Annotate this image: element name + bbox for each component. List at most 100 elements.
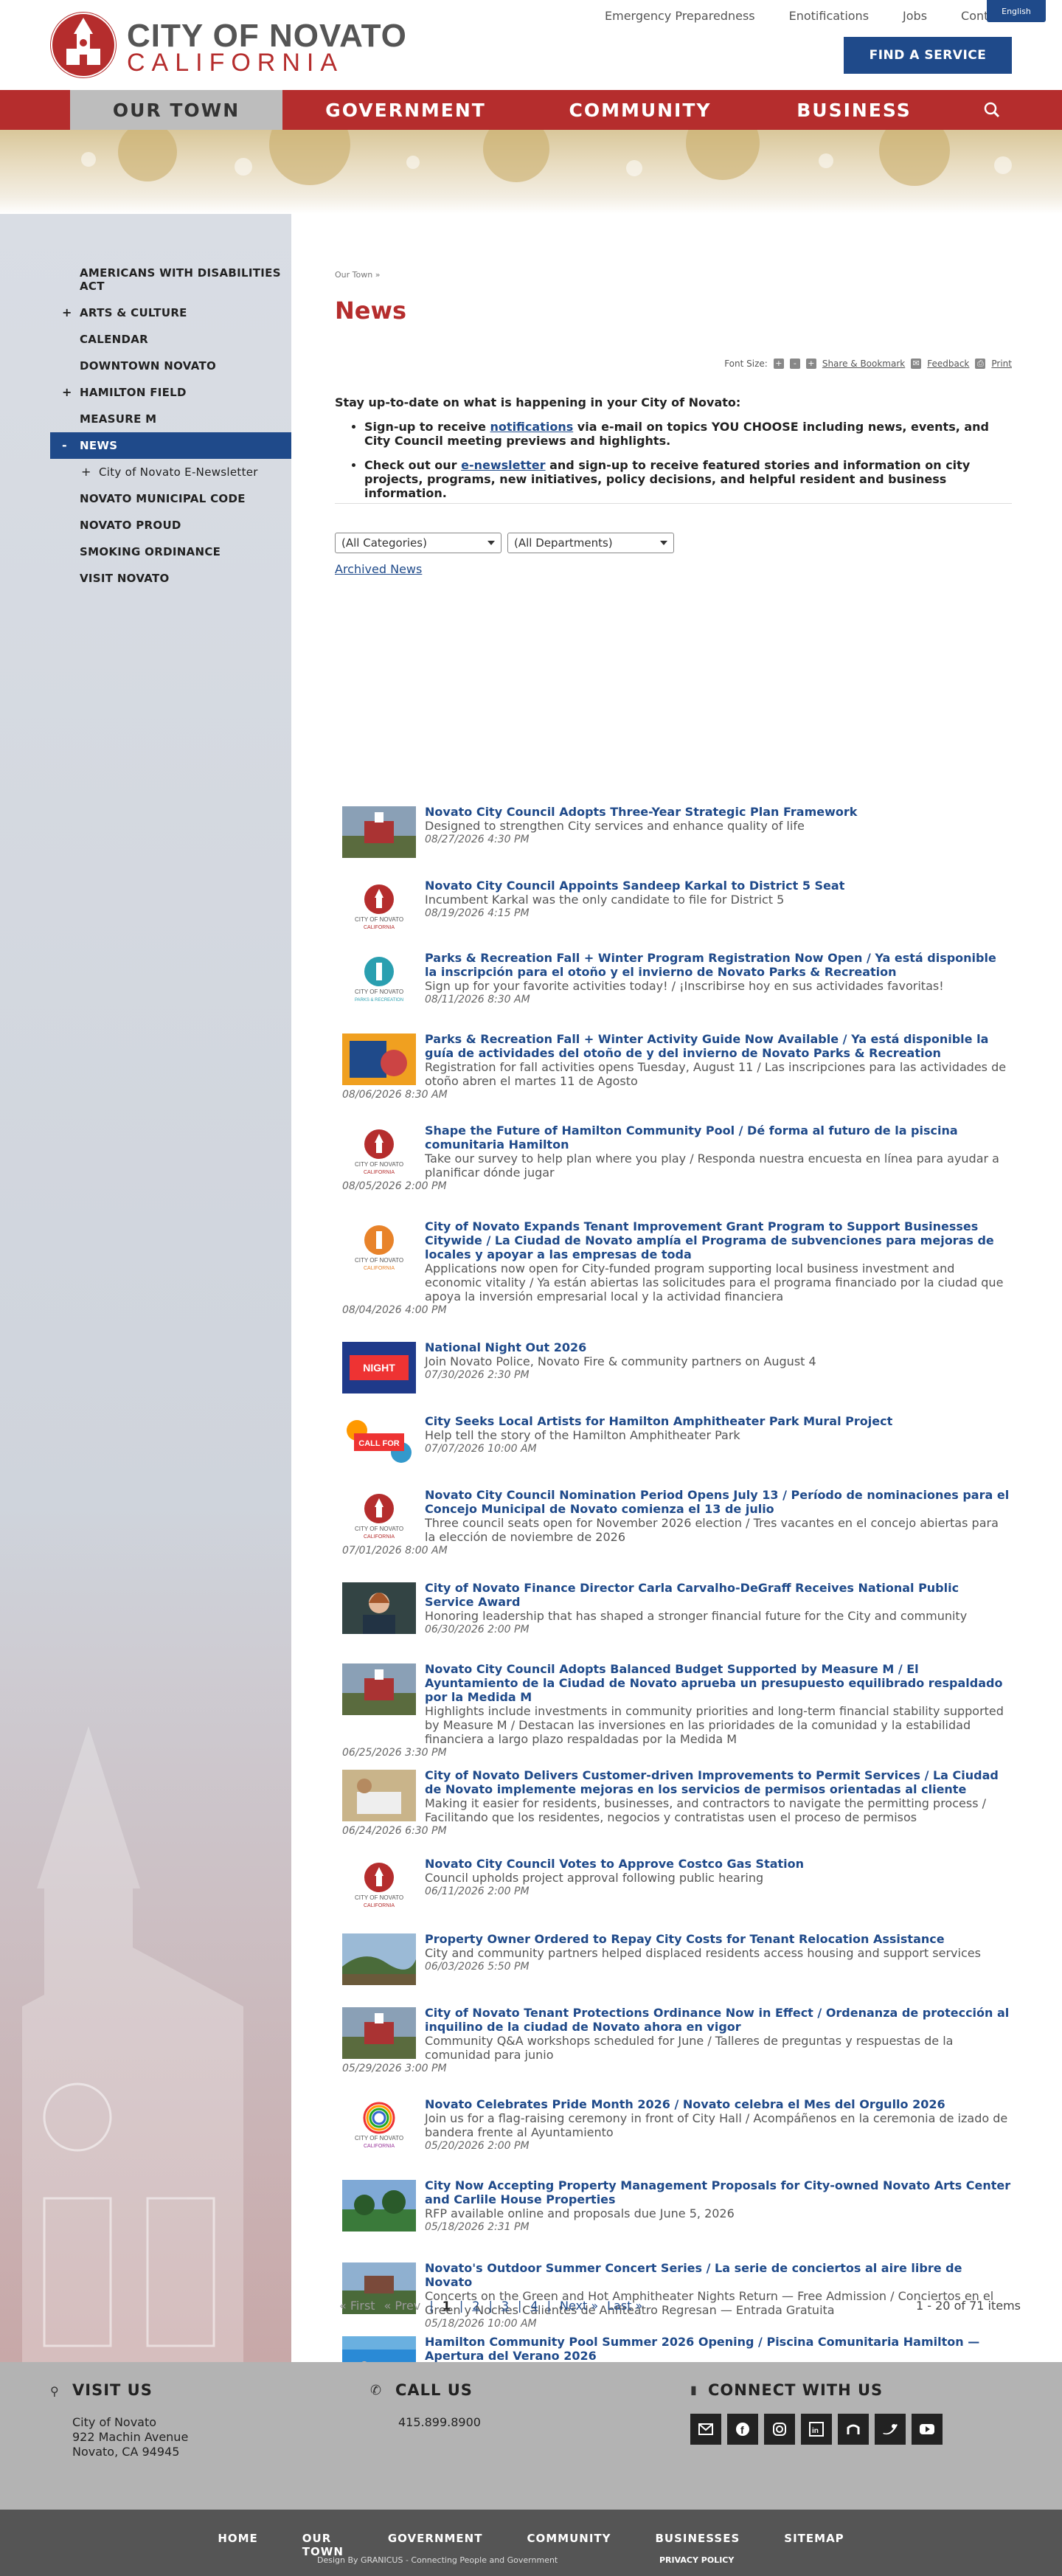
news-title-link[interactable]: City Seeks Local Artists for Hamilton Am… (342, 1414, 1012, 1428)
breadcrumb[interactable]: Our Town » (335, 270, 380, 280)
side-arts[interactable]: + ARTS & CULTURE (50, 300, 291, 326)
side-municipal-code[interactable]: NOVATO MUNICIPAL CODE (50, 485, 291, 512)
notifications-link[interactable]: notifications (490, 420, 574, 434)
news-thumbnail[interactable] (342, 2180, 416, 2232)
side-novato-proud[interactable]: NOVATO PROUD (50, 512, 291, 539)
expand-icon[interactable]: + (62, 385, 72, 399)
news-thumbnail[interactable] (342, 1770, 416, 1821)
twitter-icon[interactable] (875, 2414, 906, 2445)
side-measure-m[interactable]: MEASURE M (50, 406, 291, 432)
footer-home[interactable]: HOME (218, 2532, 257, 2558)
news-thumbnail[interactable]: CITY OF NOVATO CALIFORNIA (342, 1489, 416, 1541)
side-visit[interactable]: VISIT NOVATO (50, 565, 291, 592)
footer-government[interactable]: GOVERNMENT (388, 2532, 483, 2558)
news-title-link[interactable]: Novato's Outdoor Summer Concert Series /… (342, 2261, 1012, 2289)
expand-icon[interactable]: + (81, 465, 91, 479)
connect-title: CONNECT WITH US (708, 2381, 884, 2399)
expand-icon[interactable]: + (62, 305, 72, 319)
facebook-icon[interactable]: f (727, 2414, 758, 2445)
news-title-link[interactable]: Novato City Council Adopts Balanced Budg… (342, 1662, 1012, 1704)
news-title-link[interactable]: Parks & Recreation Fall + Winter Program… (342, 951, 1012, 979)
design-credit[interactable]: Design By GRANICUS - Connecting People a… (317, 2555, 558, 2565)
news-title-link[interactable]: City of Novato Tenant Protections Ordina… (342, 2006, 1012, 2034)
nav-community[interactable]: COMMUNITY (560, 90, 720, 130)
news-thumbnail[interactable]: CITY OF NOVATO CALIFORNIA (342, 1858, 416, 1910)
side-calendar[interactable]: CALENDAR (50, 326, 291, 353)
nav-government[interactable]: GOVERNMENT (317, 90, 494, 130)
news-thumbnail[interactable] (342, 1582, 416, 1634)
news-title-link[interactable]: Shape the Future of Hamilton Community P… (342, 1123, 1012, 1152)
news-title-link[interactable]: City Now Accepting Property Management P… (342, 2178, 1012, 2206)
news-thumbnail[interactable] (342, 806, 416, 858)
news-thumbnail[interactable]: CALL FOR (342, 1416, 416, 1467)
news-title-link[interactable]: Novato City Council Appoints Sandeep Kar… (342, 879, 1012, 893)
enotifications-link[interactable]: Enotifications (789, 9, 869, 23)
news-title-link[interactable]: Property Owner Ordered to Repay City Cos… (342, 1932, 1012, 1946)
side-enewsletter[interactable]: + City of Novato E-Newsletter (50, 459, 291, 485)
email-icon[interactable] (690, 2414, 721, 2445)
news-thumbnail[interactable]: NIGHT (342, 1342, 416, 1393)
side-news[interactable]: - NEWS (50, 432, 291, 459)
pager-page-2[interactable]: 2 (472, 2299, 479, 2313)
news-thumbnail[interactable] (342, 2007, 416, 2059)
news-title-link[interactable]: Novato Celebrates Pride Month 2026 / Nov… (342, 2097, 1012, 2111)
feedback-link[interactable]: Feedback (927, 359, 969, 369)
news-thumbnail[interactable]: CITY OF NOVATO CALIFORNIA (342, 880, 416, 932)
pager-page-3[interactable]: 3 (502, 2299, 509, 2313)
font-decrease-icon[interactable]: - (789, 359, 800, 369)
news-thumbnail[interactable] (342, 1933, 416, 1985)
news-thumbnail[interactable]: CITY OF NOVATO CALIFORNIA (342, 1221, 416, 1273)
collapse-icon[interactable]: - (62, 438, 67, 452)
news-title-link[interactable]: Novato City Council Nomination Period Op… (342, 1488, 1012, 1516)
nav-our-town[interactable]: OUR TOWN (70, 90, 282, 130)
side-hamilton[interactable]: + HAMILTON FIELD (50, 379, 291, 406)
jobs-link[interactable]: Jobs (903, 9, 927, 23)
side-ada[interactable]: AMERICANS WITH DISABILITIES ACT (50, 260, 291, 300)
news-thumbnail[interactable] (342, 1663, 416, 1715)
linkedin-icon[interactable]: in (801, 2414, 832, 2445)
news-thumbnail[interactable]: CITY OF NOVATO PARKS & RECREATION (342, 952, 416, 1004)
nav-business[interactable]: BUSINESS (782, 90, 926, 130)
news-title-link[interactable]: National Night Out 2026 (342, 1340, 1012, 1354)
city-logo[interactable] (50, 12, 117, 78)
news-title-link[interactable]: City of Novato Finance Director Carla Ca… (342, 1581, 1012, 1609)
news-thumbnail[interactable]: CITY OF NOVATO CALIFORNIA (342, 1125, 416, 1177)
news-title-link[interactable]: City of Novato Delivers Customer-driven … (342, 1768, 1012, 1796)
pager-next[interactable]: Next » (560, 2299, 598, 2313)
share-link[interactable]: Share & Bookmark (822, 359, 905, 369)
news-title-link[interactable]: Novato City Council Votes to Approve Cos… (342, 1857, 1012, 1871)
instagram-icon[interactable] (764, 2414, 795, 2445)
search-icon[interactable] (982, 100, 1002, 120)
footer-community[interactable]: COMMUNITY (527, 2532, 611, 2558)
news-title-link[interactable]: Parks & Recreation Fall + Winter Activit… (342, 1032, 1012, 1060)
news-thumbnail[interactable] (342, 1033, 416, 1085)
side-smoking[interactable]: SMOKING ORDINANCE (50, 539, 291, 565)
pager-last[interactable]: Last » (607, 2299, 642, 2313)
news-title-link[interactable]: Hamilton Community Pool Summer 2026 Open… (342, 2335, 1012, 2363)
news-title-link[interactable]: City of Novato Expands Tenant Improvemen… (342, 1219, 1012, 1261)
font-increase-icon[interactable]: + (773, 359, 784, 369)
news-thumbnail[interactable]: CITY OF NOVATO CALIFORNIA (342, 2099, 416, 2150)
side-downtown[interactable]: DOWNTOWN NOVATO (50, 353, 291, 379)
nextdoor-icon[interactable] (838, 2414, 869, 2445)
find-service-button[interactable]: FIND A SERVICE (844, 37, 1012, 74)
pager-page-1[interactable]: 1 (442, 2299, 451, 2313)
pager-prev[interactable]: « Prev (384, 2299, 421, 2313)
emergency-link[interactable]: Emergency Preparedness (605, 9, 755, 23)
footer-our-town[interactable]: OUR TOWN (302, 2532, 344, 2558)
phone-number[interactable]: 415.899.8900 (398, 2415, 481, 2430)
department-select[interactable]: (All Departments) (507, 533, 674, 553)
youtube-icon[interactable] (912, 2414, 943, 2445)
archived-news-link[interactable]: Archived News (335, 562, 422, 576)
news-title-link[interactable]: Novato City Council Adopts Three-Year St… (342, 805, 1012, 819)
privacy-link[interactable]: PRIVACY POLICY (659, 2555, 734, 2565)
print-link[interactable]: Print (991, 359, 1012, 369)
pager-first[interactable]: « First (339, 2299, 375, 2313)
category-select[interactable]: (All Categories) (335, 533, 502, 553)
logo-subtitle: CALIFORNIA (127, 49, 344, 77)
language-button[interactable]: English (987, 0, 1046, 22)
pager-page-4[interactable]: 4 (530, 2299, 538, 2313)
footer-sitemap[interactable]: SITEMAP (784, 2532, 844, 2558)
footer-businesses[interactable]: BUSINESSES (656, 2532, 740, 2558)
enewsletter-link[interactable]: e-newsletter (461, 458, 545, 472)
